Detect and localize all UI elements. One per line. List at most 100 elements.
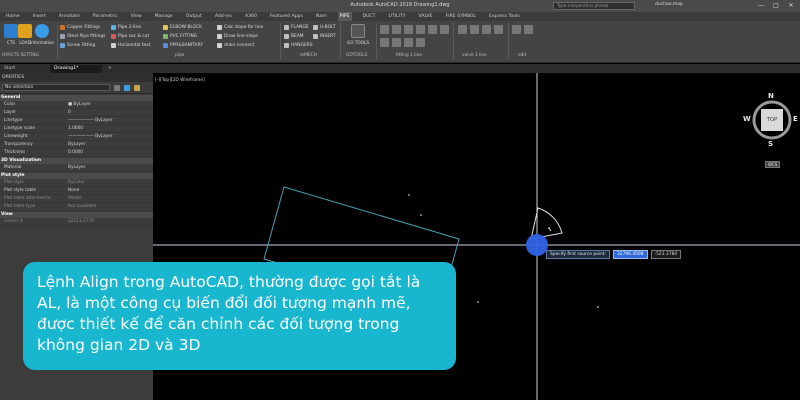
group-label-pipe: pipe: [175, 53, 185, 58]
dynamic-input-y-field[interactable]: -523.3784: [650, 250, 682, 259]
ppr-sanitary-button[interactable]: PPR&SANITARY: [163, 41, 203, 50]
fitting-tool-icon[interactable]: [392, 25, 401, 34]
maximize-button[interactable]: □: [769, 1, 783, 10]
property-row[interactable]: Transparency ByLayer: [0, 141, 153, 149]
point[interactable]: [420, 214, 422, 216]
minimize-button[interactable]: —: [754, 1, 768, 10]
caption-card: Lệnh Align trong AutoCAD, thường được gọ…: [23, 262, 456, 370]
selection-dropdown[interactable]: No selection: [2, 84, 110, 91]
toggle-pickadd-icon[interactable]: [114, 84, 120, 91]
tab-start[interactable]: Start: [0, 65, 19, 73]
elbow-icon: [163, 25, 168, 30]
select-objects-icon[interactable]: [124, 84, 130, 91]
go-tools-button[interactable]: GO TOOLS: [344, 24, 372, 45]
property-row[interactable]: Plot table attached to Model: [0, 195, 153, 203]
property-row[interactable]: Material ByLayer: [0, 164, 153, 172]
tab-fire-symbol[interactable]: FIRE SYMBOL: [444, 12, 478, 21]
fitting-tool-icon[interactable]: [428, 25, 437, 34]
dynamic-input: Specify first source point: 32796.4598 -…: [546, 250, 682, 259]
property-row[interactable]: Linetype —————— ByLayer: [0, 117, 153, 125]
flange-button[interactable]: FLANGE: [284, 23, 313, 32]
steel-icon: [60, 34, 65, 39]
valve-tool-icon[interactable]: [494, 25, 503, 34]
pipe-2-line-button[interactable]: Pipe 2-line: [111, 23, 150, 32]
point[interactable]: [408, 194, 410, 196]
u-bolt-button[interactable]: U-BOLT: [313, 23, 336, 32]
dynamic-input-x-field[interactable]: 32796.4598: [613, 250, 648, 259]
pvc-fitting-button[interactable]: PVC FITTING: [163, 32, 203, 41]
drain-connect-button[interactable]: drain connect: [217, 41, 263, 50]
property-row[interactable]: Color ■ ByLayer: [0, 101, 153, 109]
property-row[interactable]: Plot table type Not available: [0, 203, 153, 211]
tab-featured-apps[interactable]: Featured Apps: [268, 12, 305, 21]
point[interactable]: [477, 301, 479, 303]
property-row[interactable]: Center X 32513.2779: [0, 218, 153, 226]
property-row[interactable]: Thickness 0.0000: [0, 149, 153, 157]
compass-east[interactable]: E: [793, 115, 798, 123]
search-input[interactable]: Type a keyword or phrase: [553, 2, 635, 10]
tab-insert[interactable]: Insert: [31, 12, 48, 21]
group-label-valve: valve 1 line: [462, 53, 487, 58]
tab-view[interactable]: View: [129, 12, 144, 21]
group-label-hvacts: HVACTS SETTING: [2, 53, 39, 58]
ribbon-separator: [340, 23, 341, 59]
property-row[interactable]: Lineweight —————— ByLayer: [0, 133, 153, 141]
tab-parametric[interactable]: Parametric: [91, 12, 120, 21]
valve-tool-icon[interactable]: [470, 25, 479, 34]
wcs-menu[interactable]: WCS: [765, 161, 781, 168]
screw-fitting-button[interactable]: Screw Fitting: [60, 41, 105, 50]
compass-south[interactable]: S: [768, 140, 773, 148]
viewcube[interactable]: N W E S TOP WCS: [743, 92, 799, 193]
compass-west[interactable]: W: [743, 115, 751, 123]
valve-icons: [458, 25, 506, 49]
viewcube-top-face[interactable]: TOP: [761, 109, 783, 131]
fitting-tool-icon[interactable]: [416, 25, 425, 34]
tab-utility[interactable]: UTILITY: [386, 12, 407, 21]
horizontal-text-button[interactable]: Horizontal text: [111, 41, 150, 50]
property-row[interactable]: Plot style table None: [0, 187, 153, 195]
copper-fittings-button[interactable]: Copper Fittings: [60, 23, 105, 32]
edit-tool-icon[interactable]: [512, 25, 521, 34]
tab-valve[interactable]: VALVE: [417, 12, 435, 21]
calc-slope-button[interactable]: Calc slope for line: [217, 23, 263, 32]
beam-button[interactable]: BEAM: [284, 32, 313, 41]
new-tab-button[interactable]: +: [104, 65, 116, 73]
draw-line-slope-button[interactable]: Draw line slope: [217, 32, 263, 41]
tab-home[interactable]: Home: [4, 12, 22, 21]
tab-a360[interactable]: A360: [243, 12, 259, 21]
tab-annotate[interactable]: Annotate: [57, 12, 82, 21]
information-button[interactable]: Information: [28, 24, 56, 45]
close-button[interactable]: ✕: [784, 1, 798, 10]
fitting-tool-icon[interactable]: [380, 38, 389, 47]
property-row[interactable]: Layer 0: [0, 109, 153, 117]
insert-button[interactable]: INSERT: [313, 32, 336, 41]
elbow-block-button[interactable]: ELBOW BLOCK: [163, 23, 203, 32]
valve-tool-icon[interactable]: [458, 25, 467, 34]
tab-duct[interactable]: DUCT: [361, 12, 378, 21]
tab-manage[interactable]: Manage: [153, 12, 175, 21]
tab-pipe[interactable]: PIPE: [337, 12, 352, 21]
steel-pipe-fittings-button[interactable]: Steel Pipe fittings: [60, 32, 105, 41]
point[interactable]: [597, 306, 599, 308]
fitting-tool-icon[interactable]: [380, 25, 389, 34]
tab-nam[interactable]: Nam: [314, 12, 329, 21]
valve-tool-icon[interactable]: [482, 25, 491, 34]
user-name[interactable]: duchao.map: [655, 2, 683, 7]
property-row[interactable]: Plot style ByColor: [0, 179, 153, 187]
tab-add-ins[interactable]: Add-ins: [213, 12, 234, 21]
property-row[interactable]: Linetype scale 1.0000: [0, 125, 153, 133]
fitting-tool-icon[interactable]: [416, 38, 425, 47]
edit-tool-icon[interactable]: [524, 25, 533, 34]
compass-north[interactable]: N: [768, 92, 774, 100]
point[interactable]: [548, 227, 550, 229]
tab-output[interactable]: Output: [184, 12, 204, 21]
tab-drawing1[interactable]: Drawing1*: [50, 65, 102, 73]
quick-select-icon[interactable]: [134, 84, 140, 91]
fitting-tool-icon[interactable]: [440, 25, 449, 34]
pipe-sec-cut-button[interactable]: Pipe sec & cut: [111, 32, 150, 41]
hangers-button[interactable]: HANGERS: [284, 41, 313, 50]
fitting-tool-icon[interactable]: [404, 38, 413, 47]
fitting-tool-icon[interactable]: [392, 38, 401, 47]
tab-express-tools[interactable]: Express Tools: [487, 12, 522, 21]
fitting-tool-icon[interactable]: [404, 25, 413, 34]
